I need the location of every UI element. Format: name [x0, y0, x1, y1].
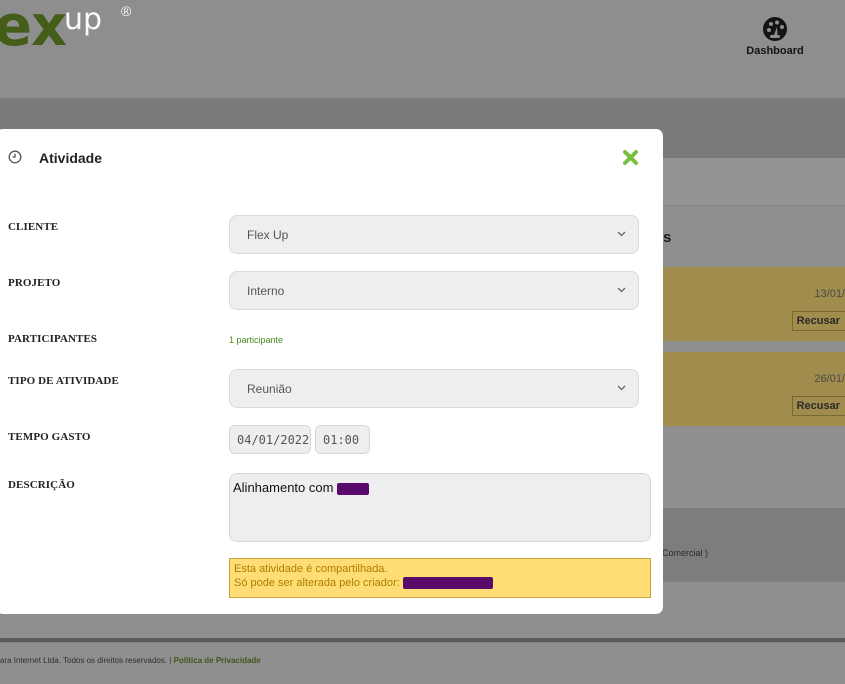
shared-activity-warning: Esta atividade é compartilhada. Só pode … — [229, 558, 651, 598]
background-comercial-text: Comercial ) — [662, 548, 709, 558]
dashboard-nav-button[interactable]: Dashboard — [740, 16, 810, 57]
descricao-label: DESCRIÇÃO — [8, 479, 75, 491]
projeto-select[interactable]: Interno — [229, 271, 639, 310]
footer-copyright: ara Internet Ltda. Todos os direitos res… — [0, 656, 174, 665]
clock-icon — [8, 150, 22, 164]
modal-title: Atividade — [39, 150, 103, 166]
projeto-select-value: Interno — [247, 284, 285, 298]
logo-superscript: up — [64, 2, 103, 37]
chevron-down-icon — [617, 385, 626, 391]
redaction-mark — [337, 482, 370, 495]
time-input[interactable]: 01:00 — [315, 425, 370, 454]
warning-line-2-text: Só pode ser alterada pelo criador: — [234, 577, 403, 589]
background-block — [660, 508, 845, 582]
warning-line-1: Esta atividade é compartilhada. — [234, 563, 388, 575]
dashboard-label: Dashboard — [746, 45, 804, 57]
descricao-text: Alinhamento com — [233, 480, 334, 495]
activity-modal: Atividade CLIENTE Flex Up PROJETO Intern… — [0, 129, 663, 614]
chevron-down-icon — [617, 287, 626, 293]
background-section-title: s — [663, 229, 672, 246]
modal-header: Atividade — [0, 129, 663, 189]
projeto-label: PROJETO — [8, 277, 61, 289]
dashboard-gauge-icon — [763, 17, 787, 41]
logo-registered-mark: ® — [121, 3, 132, 19]
cliente-select-value: Flex Up — [247, 228, 289, 242]
background-activity-card: 26/01/ Recusar — [660, 352, 845, 426]
date-input[interactable]: 04/01/2022 — [229, 425, 311, 454]
card-date: 26/01/ — [814, 373, 845, 385]
descricao-textarea[interactable]: Alinhamento com — [229, 473, 651, 542]
background-activity-card: 13/01/ Recusar — [660, 267, 845, 341]
tipo-atividade-select-value: Reunião — [247, 382, 292, 396]
chevron-down-icon — [617, 231, 626, 237]
tipo-atividade-select[interactable]: Reunião — [229, 369, 639, 408]
participantes-label: PARTICIPANTES — [8, 333, 98, 345]
recusar-button[interactable]: Recusar — [791, 396, 845, 416]
tipo-atividade-label: TIPO DE ATIVIDADE — [8, 375, 119, 387]
tempo-gasto-label: TEMPO GASTO — [8, 431, 91, 443]
recusar-button[interactable]: Recusar — [791, 311, 845, 331]
close-icon[interactable] — [622, 149, 639, 166]
background-row — [660, 158, 845, 206]
cliente-select[interactable]: Flex Up — [229, 215, 639, 254]
redaction-mark — [402, 577, 493, 590]
cliente-label: CLIENTE — [8, 221, 59, 233]
footer-text: ara Internet Ltda. Todos os direitos res… — [0, 656, 261, 665]
app-header: ex up ® Dashboard — [0, 0, 845, 98]
card-date: 13/01/ — [814, 288, 845, 300]
logo-text: ex — [0, 0, 67, 59]
warning-line-2: Só pode ser alterada pelo criador: — [234, 576, 646, 590]
participantes-link[interactable]: 1 participante — [229, 335, 283, 345]
privacy-policy-link[interactable]: Política de Privacidade — [174, 656, 261, 665]
